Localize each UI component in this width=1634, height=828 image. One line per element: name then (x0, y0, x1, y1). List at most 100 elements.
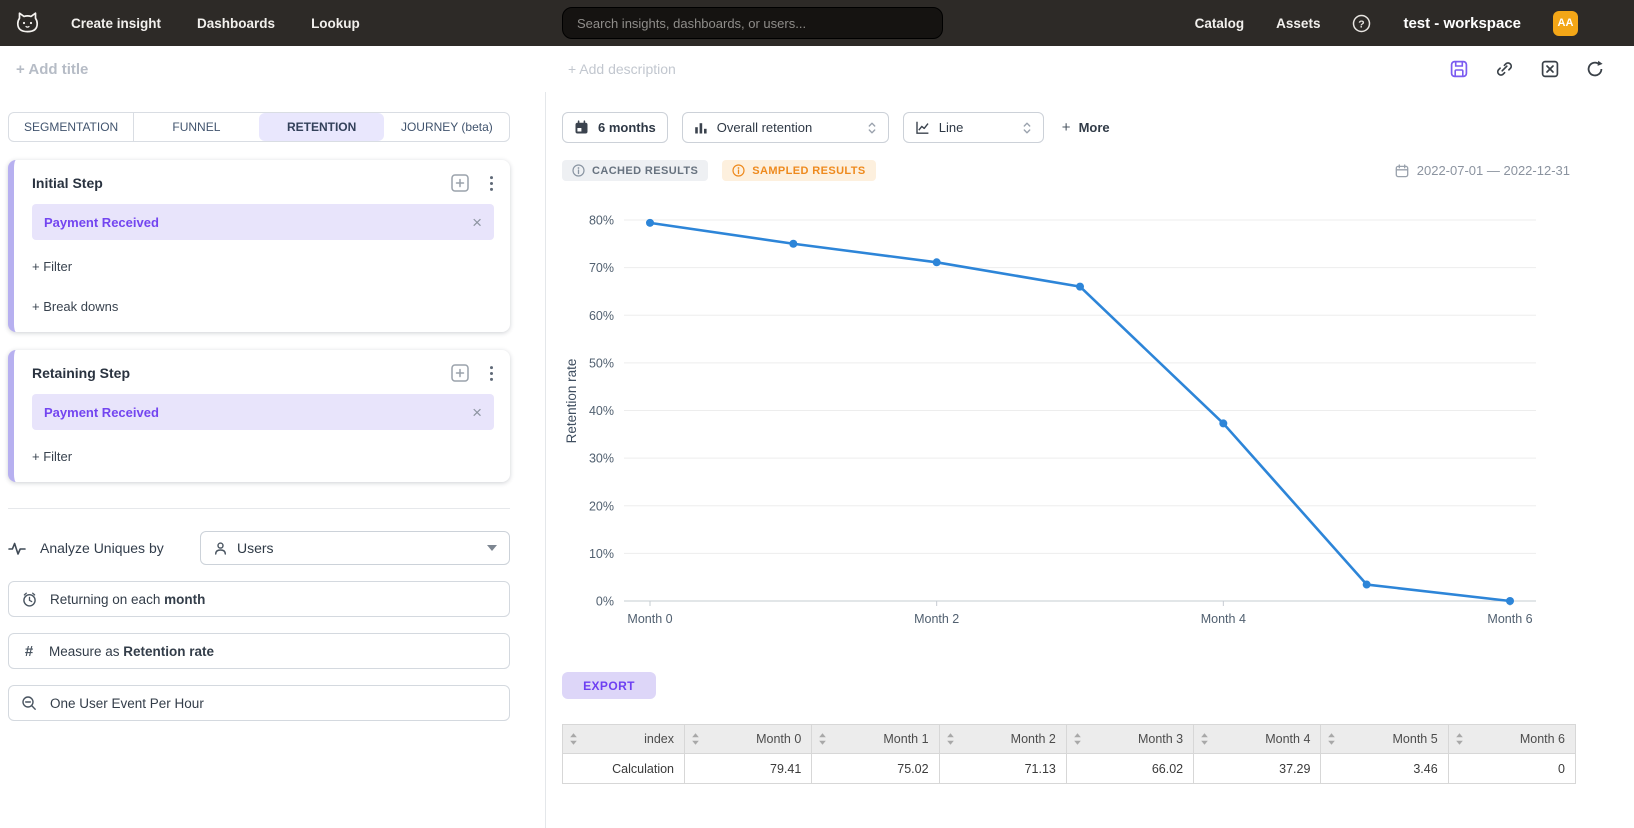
sort-icon (691, 732, 700, 746)
data-point[interactable] (1506, 597, 1514, 605)
nav-dashboards[interactable]: Dashboards (197, 16, 275, 31)
measure-as-option[interactable]: # Measure as Retention rate (8, 633, 510, 669)
add-filter-button[interactable]: + Filter (32, 259, 494, 274)
chart-canvas: 0%10%20%30%40%50%60%70%80%Month 0Month 2… (562, 185, 1570, 645)
hash-icon: # (21, 643, 37, 660)
column-header-index[interactable]: index (563, 725, 685, 754)
y-tick-label: 40% (589, 404, 614, 418)
nav-lookup[interactable]: Lookup (311, 16, 360, 31)
app-logo[interactable] (14, 10, 41, 37)
column-header-month-1[interactable]: Month 1 (812, 725, 939, 754)
sort-icon (1327, 732, 1336, 746)
sidebar-divider (8, 508, 510, 509)
table-cell: 71.13 (939, 754, 1066, 784)
nav-catalog[interactable]: Catalog (1195, 16, 1245, 31)
chevron-down-icon (487, 545, 497, 551)
refresh-button[interactable] (1586, 60, 1604, 78)
retention-line-chart[interactable]: 0%10%20%30%40%50%60%70%80%Month 0Month 2… (562, 185, 1634, 650)
data-point[interactable] (789, 240, 797, 248)
line-chart-icon (915, 120, 930, 135)
add-description-button[interactable]: + Add description (568, 61, 676, 77)
user-icon (213, 541, 228, 556)
export-button[interactable]: EXPORT (562, 672, 656, 699)
zoom-out-icon (21, 695, 38, 712)
tab-retention[interactable]: RETENTION (259, 113, 384, 141)
sort-icon (818, 732, 827, 746)
save-floppy-icon (1450, 60, 1468, 78)
calendar-icon (1395, 164, 1409, 178)
column-header-month-4[interactable]: Month 4 (1194, 725, 1321, 754)
insight-header: + Add title + Add description (0, 46, 1634, 92)
tab-journey[interactable]: JOURNEY (beta) (384, 113, 509, 141)
sort-icon (1455, 732, 1464, 746)
more-options-icon[interactable] (489, 365, 494, 382)
y-tick-label: 20% (589, 499, 614, 513)
data-point[interactable] (1076, 283, 1084, 291)
cached-results-badge: CACHED RESULTS (562, 160, 708, 181)
user-avatar[interactable]: AA (1553, 11, 1578, 36)
column-header-month-2[interactable]: Month 2 (939, 725, 1066, 754)
initial-step-event[interactable]: Payment Received × (32, 204, 494, 240)
retention-series-line (650, 223, 1510, 601)
data-point[interactable] (1363, 581, 1371, 589)
initial-step-title: Initial Step (32, 175, 103, 191)
sampled-results-badge: SAMPLED RESULTS (722, 160, 875, 181)
close-box-icon (1541, 60, 1559, 78)
column-header-month-3[interactable]: Month 3 (1066, 725, 1193, 754)
add-event-icon[interactable] (451, 364, 469, 382)
metric-select[interactable]: Overall retention (682, 112, 889, 143)
chart-type-select[interactable]: Line (903, 112, 1044, 143)
add-filter-button[interactable]: + Filter (32, 449, 494, 464)
clear-insight-button[interactable] (1541, 60, 1559, 78)
tab-funnel[interactable]: FUNNEL (133, 113, 258, 141)
nav-create-insight[interactable]: Create insight (71, 16, 161, 31)
top-navigation-bar: Create insight Dashboards Lookup Catalog… (0, 0, 1634, 46)
tab-segmentation[interactable]: SEGMENTATION (9, 113, 133, 141)
plus-icon: + (1062, 119, 1071, 136)
column-header-month-5[interactable]: Month 5 (1321, 725, 1448, 754)
refresh-icon (1586, 60, 1604, 78)
column-header-month-6[interactable]: Month 6 (1448, 725, 1575, 754)
event-frequency-option[interactable]: One User Event Per Hour (8, 685, 510, 721)
date-range-display: 2022-07-01 — 2022-12-31 (1395, 163, 1570, 178)
analyze-by-value: Users (237, 540, 274, 556)
help-button[interactable]: ? (1352, 14, 1371, 33)
select-chevrons-icon (867, 120, 877, 136)
select-chevrons-icon (1022, 120, 1032, 136)
save-button[interactable] (1450, 60, 1468, 78)
add-event-icon[interactable] (451, 174, 469, 192)
analyze-by-select[interactable]: Users (200, 531, 510, 565)
more-options-button[interactable]: + More (1062, 119, 1110, 136)
data-point[interactable] (1219, 419, 1227, 427)
table-cell: 79.41 (685, 754, 812, 784)
add-title-button[interactable]: + Add title (16, 61, 88, 78)
event-name: Payment Received (44, 215, 159, 230)
x-tick-label: Month 4 (1201, 612, 1246, 626)
y-tick-label: 30% (589, 452, 614, 466)
returning-period-option[interactable]: Returning on each month (8, 581, 510, 617)
y-tick-label: 80% (589, 214, 614, 228)
add-breakdowns-button[interactable]: + Break downs (32, 299, 494, 314)
data-point[interactable] (933, 258, 941, 266)
retaining-step-event[interactable]: Payment Received × (32, 394, 494, 430)
x-tick-label: Month 6 (1487, 612, 1532, 626)
nav-assets[interactable]: Assets (1276, 16, 1320, 31)
remove-event-icon[interactable]: × (472, 214, 482, 231)
remove-event-icon[interactable]: × (472, 404, 482, 421)
retaining-step-title: Retaining Step (32, 365, 130, 381)
workspace-selector[interactable]: test - workspace (1403, 15, 1521, 32)
sort-icon (1073, 732, 1082, 746)
table-cell: 0 (1448, 754, 1575, 784)
calendar-icon (574, 120, 589, 135)
y-tick-label: 0% (596, 595, 614, 609)
returning-period-label: Returning on each month (50, 592, 205, 607)
copy-link-button[interactable] (1495, 60, 1514, 78)
more-options-icon[interactable] (489, 175, 494, 192)
sort-icon (1200, 732, 1209, 746)
cat-logo-icon (14, 10, 41, 37)
global-search-input[interactable] (562, 7, 943, 39)
event-frequency-label: One User Event Per Hour (50, 696, 204, 711)
data-point[interactable] (646, 219, 654, 227)
time-range-button[interactable]: 6 months (562, 112, 668, 143)
column-header-month-0[interactable]: Month 0 (685, 725, 812, 754)
